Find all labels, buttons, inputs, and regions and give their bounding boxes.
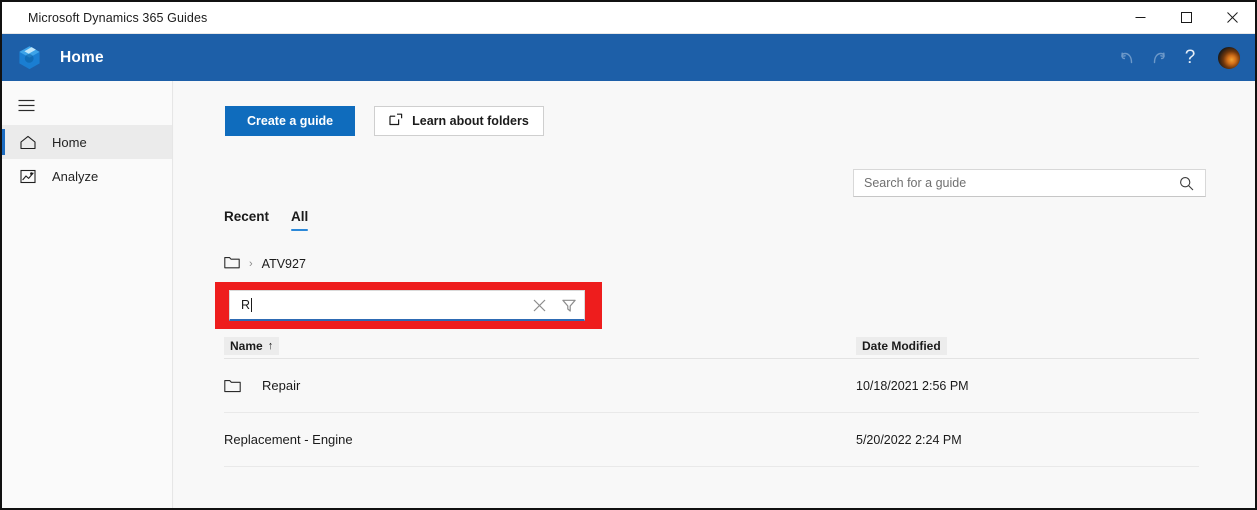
create-guide-button[interactable]: Create a guide — [225, 106, 356, 136]
search-input[interactable] — [854, 176, 1179, 190]
folder-icon — [224, 379, 262, 393]
help-button[interactable]: ? — [1173, 34, 1207, 81]
tab-all[interactable]: All — [291, 209, 309, 231]
breadcrumb: › ATV927 — [224, 256, 306, 272]
cell-name: Replacement - Engine — [224, 432, 856, 447]
folder-filter-value-wrap[interactable]: R — [230, 298, 524, 312]
undo-button[interactable] — [1113, 34, 1143, 81]
cell-date-modified: 10/18/2021 2:56 PM — [856, 378, 969, 393]
sort-ascending-icon: ↑ — [267, 339, 274, 352]
column-header-date-wrap: Date Modified — [856, 336, 1199, 355]
analyze-chart-icon — [20, 169, 42, 184]
folder-filter-input[interactable]: R — [229, 290, 585, 321]
guides-table: Name ↑ Date Modified Repair 10/18/2021 2… — [224, 333, 1199, 467]
column-header-name[interactable]: Name ↑ — [224, 336, 280, 355]
column-header-date-modified[interactable]: Date Modified — [856, 336, 947, 355]
maximize-icon — [1180, 12, 1192, 23]
row-name-label: Replacement - Engine — [224, 432, 353, 447]
tab-recent[interactable]: Recent — [224, 209, 269, 231]
undo-icon — [1121, 52, 1133, 63]
sidebar-item-home[interactable]: Home — [2, 125, 172, 159]
text-caret — [251, 298, 253, 312]
close-icon — [1226, 12, 1238, 23]
app-window: Microsoft Dynamics 365 Guides Home ? Hom… — [0, 0, 1257, 510]
breadcrumb-separator: › — [249, 258, 253, 270]
external-link-icon — [389, 113, 403, 129]
cell-name: Repair — [224, 378, 856, 393]
action-toolbar: Create a guide Learn about folders — [225, 106, 544, 136]
sidebar: Home Analyze — [2, 81, 173, 508]
cell-date-modified: 5/20/2022 2:24 PM — [856, 432, 962, 447]
dynamics-365-guides-logo-icon — [19, 45, 40, 69]
folder-filter-value: R — [241, 298, 251, 312]
app-bar-actions: ? — [1113, 34, 1255, 81]
minimize-icon — [1135, 17, 1145, 18]
close-icon — [533, 299, 545, 311]
learn-about-folders-button[interactable]: Learn about folders — [374, 106, 544, 136]
app-header: Home ? — [2, 34, 1255, 81]
clear-filter-button[interactable] — [524, 291, 554, 319]
table-row[interactable]: Replacement - Engine 5/20/2022 2:24 PM — [224, 413, 1199, 467]
app-bar-title: Home — [60, 48, 104, 66]
breadcrumb-current[interactable]: ATV927 — [262, 257, 306, 271]
title-bar: Microsoft Dynamics 365 Guides — [2, 2, 1255, 34]
home-icon — [20, 135, 42, 150]
sidebar-toggle-button[interactable] — [2, 85, 50, 125]
row-name-label: Repair — [262, 378, 301, 393]
folder-icon[interactable] — [224, 256, 240, 272]
search-icon[interactable] — [1179, 176, 1205, 191]
redo-icon — [1153, 52, 1165, 63]
view-tabs: Recent All — [224, 209, 309, 231]
guide-search-box[interactable] — [853, 169, 1206, 197]
column-header-name-label: Name — [230, 338, 263, 353]
table-header-row: Name ↑ Date Modified — [224, 333, 1199, 359]
avatar[interactable] — [1217, 45, 1241, 70]
redo-button[interactable] — [1143, 34, 1173, 81]
window-title: Microsoft Dynamics 365 Guides — [28, 10, 208, 25]
maximize-button[interactable] — [1163, 2, 1209, 33]
funnel-filter-icon — [562, 299, 576, 312]
filter-options-button[interactable] — [554, 291, 584, 319]
close-button[interactable] — [1209, 2, 1255, 33]
sidebar-item-label: Home — [52, 134, 87, 150]
column-header-name-wrap: Name ↑ — [224, 336, 856, 355]
hamburger-icon — [18, 99, 34, 111]
main-content: Create a guide Learn about folders Searc… — [174, 81, 1255, 508]
table-row[interactable]: Repair 10/18/2021 2:56 PM — [224, 359, 1199, 413]
app-logo — [2, 34, 58, 81]
learn-about-folders-label: Learn about folders — [412, 114, 529, 128]
minimize-button[interactable] — [1117, 2, 1163, 33]
column-header-date-label: Date Modified — [862, 338, 941, 353]
sidebar-item-analyze[interactable]: Analyze — [2, 159, 172, 193]
window-controls — [1117, 2, 1255, 33]
sidebar-item-label: Analyze — [52, 168, 99, 184]
